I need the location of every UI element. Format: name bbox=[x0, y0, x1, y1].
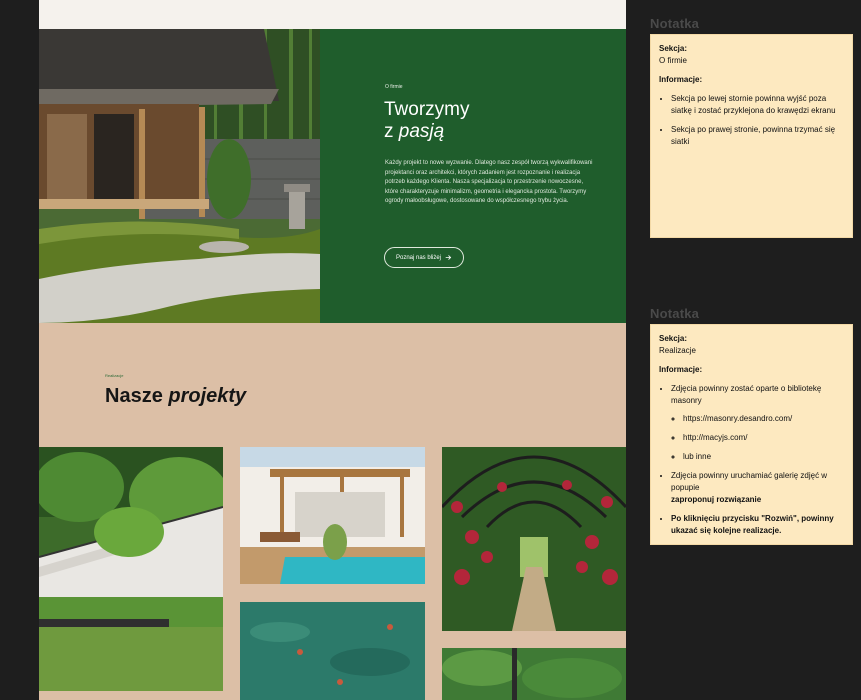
project-photo bbox=[39, 447, 223, 691]
project-tile-pool[interactable] bbox=[240, 447, 425, 584]
about-section: O firmie Tworzymy z pasją Każdy projekt … bbox=[39, 29, 626, 323]
note-heading-1: Notatka bbox=[650, 16, 700, 31]
note-item: Zdjęcia powinny zostać oparte o bibliote… bbox=[671, 383, 844, 463]
project-photo bbox=[240, 447, 425, 584]
header-strip bbox=[39, 0, 626, 29]
learn-more-label: Poznaj nas bliżej bbox=[395, 254, 442, 261]
note-info-list: Zdjęcia powinny zostać oparte o bibliote… bbox=[659, 383, 844, 537]
note-sub-item-link[interactable]: http://macyjs.com/ bbox=[683, 432, 844, 444]
note-card-about: Sekcja: O firmie Informacje: Sekcja po l… bbox=[650, 34, 853, 238]
projects-title-italic: projekty bbox=[168, 385, 247, 407]
zen-garden-image bbox=[39, 29, 320, 323]
note-item: Sekcja po prawej stronie, powinna trzyma… bbox=[671, 124, 844, 148]
about-title-italic: pasją bbox=[398, 121, 445, 142]
project-photo bbox=[442, 447, 626, 631]
note-item: Po kliknięciu przycisku "Rozwiń", powinn… bbox=[671, 513, 844, 537]
project-photo bbox=[240, 602, 425, 700]
note-item: Zdjęcia powinny uruchamiać galerię zdjęć… bbox=[671, 470, 844, 506]
note-info-label: Informacje: bbox=[659, 75, 703, 84]
about-title: Tworzymy z pasją bbox=[384, 99, 470, 143]
about-content-panel: O firmie Tworzymy z pasją Każdy projekt … bbox=[320, 29, 626, 323]
note-info-list: Sekcja po lewej stornie powinna wyjść po… bbox=[659, 93, 844, 148]
note-item-bold: zaproponuj rozwiązanie bbox=[671, 495, 762, 504]
note-sub-list: https://masonry.desandro.com/ http://mac… bbox=[671, 413, 844, 463]
note-info-label: Informacje: bbox=[659, 365, 703, 374]
design-canvas: O firmie Tworzymy z pasją Każdy projekt … bbox=[39, 0, 626, 700]
about-title-line1: Tworzymy bbox=[384, 99, 470, 120]
about-description: Każdy projekt to nowe wyzwanie. Dlatego … bbox=[385, 160, 593, 204]
note-item-text: Zdjęcia powinny uruchamiać galerię zdjęć… bbox=[671, 471, 828, 492]
note-item: Sekcja po lewej stornie powinna wyjść po… bbox=[671, 93, 844, 117]
project-tile-pond[interactable] bbox=[240, 602, 425, 700]
note-item-text: Zdjęcia powinny zostać oparte o bibliote… bbox=[671, 384, 822, 405]
note-section-value: O firmie bbox=[659, 56, 687, 65]
about-title-prefix: z bbox=[384, 121, 399, 142]
about-eyebrow: O firmie bbox=[385, 84, 403, 90]
project-tile-tropical-terrace[interactable] bbox=[39, 447, 223, 691]
project-photo bbox=[442, 648, 626, 700]
note-section-label: Sekcja: bbox=[659, 44, 688, 53]
learn-more-button[interactable]: Poznaj nas bliżej bbox=[384, 247, 464, 268]
project-tile-rose-arch[interactable] bbox=[442, 447, 626, 631]
note-sub-item-link[interactable]: https://masonry.desandro.com/ bbox=[683, 413, 844, 425]
projects-title-prefix: Nasze bbox=[105, 385, 169, 407]
note-heading-2: Notatka bbox=[650, 306, 700, 321]
note-section-value: Realizacje bbox=[659, 346, 696, 355]
arrow-right-icon bbox=[445, 255, 452, 260]
note-section-label: Sekcja: bbox=[659, 334, 688, 343]
projects-title: Nasze projekty bbox=[105, 385, 246, 408]
projects-section: Realizacje Nasze projekty bbox=[39, 323, 626, 700]
projects-eyebrow: Realizacje bbox=[105, 373, 124, 378]
note-card-projects: Sekcja: Realizacje Informacje: Zdjęcia p… bbox=[650, 324, 853, 545]
project-tile-palms[interactable] bbox=[442, 648, 626, 700]
note-sub-item: lub inne bbox=[683, 451, 844, 463]
zen-garden-photo bbox=[39, 29, 320, 323]
